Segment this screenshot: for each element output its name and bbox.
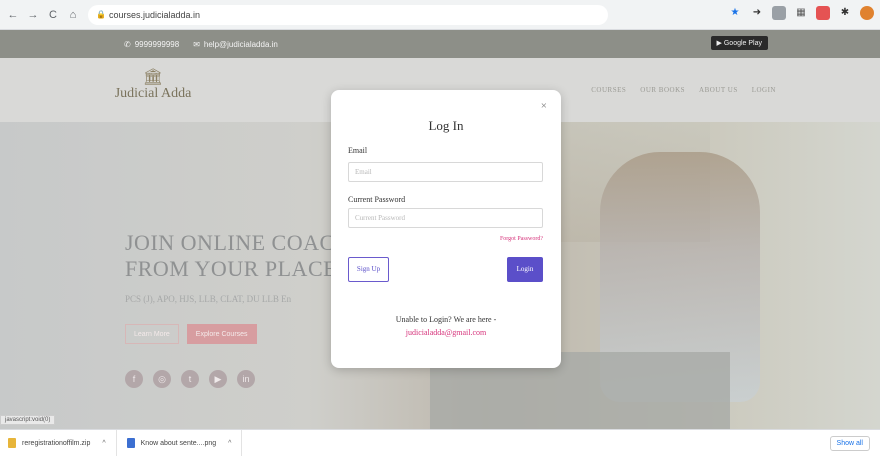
twitter-icon[interactable]: t: [181, 370, 199, 388]
red-extension-icon[interactable]: [816, 6, 830, 20]
linkedin-icon[interactable]: in: [237, 370, 255, 388]
reload-icon[interactable]: C: [46, 8, 60, 22]
nav-about-us[interactable]: ABOUT US: [699, 86, 738, 94]
hero-buttons: Learn More Explore Courses: [125, 324, 257, 344]
download-item[interactable]: Know about sente....png ^: [117, 429, 243, 456]
nav-our-books[interactable]: OUR BOOKS: [640, 86, 685, 94]
download-bar: reregistrationoffilm.zip ^ Know about se…: [0, 429, 880, 456]
modal-title: Log In: [428, 118, 464, 133]
social-links: f ◎ t ▶ in: [125, 370, 255, 388]
logo-text: Judicial Adda: [114, 86, 192, 101]
chevron-up-icon[interactable]: ^: [102, 440, 105, 447]
explore-courses-button[interactable]: Explore Courses: [186, 324, 257, 344]
media-extension-icon[interactable]: ▦: [794, 6, 808, 20]
mail-icon: ✉: [193, 39, 200, 49]
puzzle-extension-icon[interactable]: ✱: [838, 6, 852, 20]
facebook-icon[interactable]: f: [125, 370, 143, 388]
nav-login[interactable]: LOGIN: [752, 86, 776, 94]
google-play-badge[interactable]: ▶ Google Play: [710, 36, 768, 50]
main-nav: COURSES OUR BOOKS ABOUT US LOGIN: [591, 86, 776, 94]
page: ✆ 9999999998 ✉ help@judicialadda.in ▶ Go…: [0, 30, 880, 429]
email-field[interactable]: [348, 162, 543, 182]
nav-courses[interactable]: COURSES: [591, 86, 626, 94]
lock-icon: 🔒: [96, 9, 106, 19]
url-text: courses.judicialadda.in: [109, 9, 201, 20]
forward-icon[interactable]: →: [26, 8, 40, 22]
zip-file-icon: [8, 438, 16, 448]
address-bar[interactable]: 🔒 courses.judicialadda.in: [88, 4, 608, 25]
youtube-icon[interactable]: ▶: [209, 370, 227, 388]
site-logo[interactable]: 🏛 Judicial Adda: [108, 70, 198, 102]
password-field[interactable]: [348, 208, 543, 228]
profile-avatar-icon[interactable]: [860, 6, 874, 20]
back-icon[interactable]: ←: [6, 8, 20, 22]
arrow-extension-icon[interactable]: ➜: [750, 6, 764, 20]
password-label: Current Password: [348, 195, 406, 204]
close-icon[interactable]: ×: [541, 100, 547, 112]
hero-title: JOIN ONLINE COAC FROM YOUR PLACE: [125, 230, 338, 281]
login-button[interactable]: Login: [507, 257, 543, 282]
contact-email[interactable]: ✉ help@judicialadda.in: [193, 40, 278, 49]
download-filename: reregistrationoffilm.zip: [22, 439, 91, 447]
contact-phone[interactable]: ✆ 9999999998: [124, 40, 179, 49]
whatsapp-icon: ✆: [124, 39, 131, 49]
sign-up-button[interactable]: Sign Up: [348, 257, 389, 282]
browser-toolbar: ← → C ⌂ 🔒 courses.judicialadda.in ★ ➜ ▦ …: [0, 0, 880, 30]
email-label: Email: [348, 146, 368, 155]
home-icon[interactable]: ⌂: [66, 8, 80, 22]
hero-subtitle: PCS (J), APO, HJS, LLB, CLAT, DU LLB En: [125, 294, 292, 304]
learn-more-button[interactable]: Learn More: [125, 324, 179, 344]
pillar-logo-icon: 🏛: [142, 69, 164, 86]
image-file-icon: [126, 438, 135, 448]
extension-icons: ★ ➜ ▦ ✱: [728, 6, 874, 20]
translate-extension-icon[interactable]: [772, 6, 786, 20]
login-modal: × Log In Email Current Password Forgot P…: [331, 90, 561, 368]
download-item[interactable]: reregistrationoffilm.zip ^: [0, 429, 117, 456]
contact-bar: ✆ 9999999998 ✉ help@judicialadda.in ▶ Go…: [0, 30, 880, 58]
forgot-password-link[interactable]: Forgot Password?: [500, 236, 543, 242]
instagram-icon[interactable]: ◎: [153, 370, 171, 388]
status-url-tooltip: javascript:void(0): [0, 415, 56, 425]
show-all-button[interactable]: Show all: [829, 436, 870, 451]
bookmark-star-icon[interactable]: ★: [728, 6, 742, 20]
unable-to-login-text: Unable to Login? We are here -: [395, 315, 497, 324]
chevron-up-icon[interactable]: ^: [228, 440, 231, 447]
download-filename: Know about sente....png: [140, 439, 217, 447]
support-email-link[interactable]: judicialadda@gmail.com: [331, 328, 561, 337]
